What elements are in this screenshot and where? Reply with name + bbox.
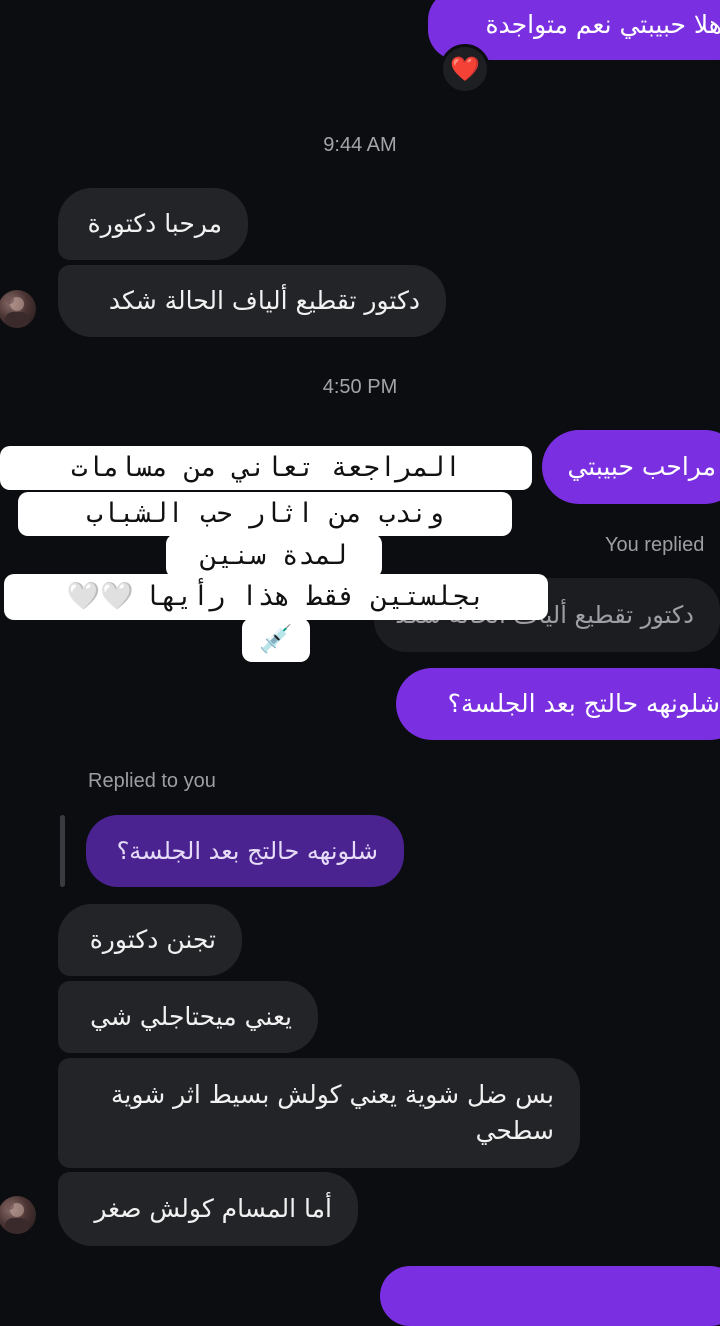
caption-line-5: 💉 (242, 618, 310, 662)
incoming-message[interactable]: يعني ميحتاجلي شي (58, 981, 318, 1053)
message-text: هلا حبيبتي نعم متواجدة (485, 10, 720, 39)
syringe-icon: 💉 (259, 624, 293, 655)
timestamp: 4:50 PM (322, 376, 398, 398)
message-text: أما المسام كولش صغر (94, 1194, 332, 1223)
outgoing-message-partial[interactable] (380, 1266, 720, 1326)
caption-text: بجلستين فقط هذا رأيها (143, 581, 486, 612)
message-text-line-2: سطحي (475, 1116, 554, 1145)
user-avatar[interactable] (0, 290, 36, 328)
message-text: تجنن دكتورة (89, 925, 216, 954)
timestamp: 9:44 AM (323, 134, 397, 156)
user-avatar[interactable] (0, 1196, 36, 1234)
avatar-image (5, 1202, 29, 1234)
you-replied-label: You replied (605, 534, 705, 556)
caption-line-3: لمدة سنين (166, 534, 382, 578)
caption-line-1: المراجعة تعاني من مسامات (0, 446, 532, 490)
incoming-message[interactable]: بس ضل شوية يعني كولش بسيط اثر شوية سطحي (58, 1058, 580, 1168)
incoming-message[interactable]: تجنن دكتورة (58, 904, 242, 976)
message-text-line-1: بس ضل شوية يعني كولش بسيط اثر شوية (110, 1080, 554, 1109)
white-heart-icon: 🤍🤍 (66, 581, 134, 612)
message-text: مرحبا دكتورة (87, 209, 222, 238)
caption-line-2: وندب من اثار حب الشباب (18, 492, 512, 536)
red-heart-icon: ❤️ (450, 55, 480, 83)
message-text: يعني ميحتاجلي شي (90, 1002, 292, 1031)
quoted-text: شلونهه حالتج بعد الجلسة؟ (116, 837, 378, 865)
incoming-message[interactable]: أما المسام كولش صغر (58, 1172, 358, 1246)
avatar-image (5, 296, 29, 328)
message-text: مراحب حبيبتي (567, 452, 716, 481)
reaction-badge[interactable]: ❤️ (440, 44, 490, 94)
reply-quote-bar (60, 815, 65, 887)
outgoing-message-welcome[interactable]: مراحب حبيبتي (542, 430, 720, 504)
message-text: شلونهه حالتج بعد الجلسة؟ (447, 689, 720, 718)
caption-line-4: بجلستين فقط هذا رأيها 🤍🤍 (4, 574, 548, 620)
message-text: دكتور تقطيع ألياف الحالة شكد (108, 286, 420, 315)
incoming-message[interactable]: دكتور تقطيع ألياف الحالة شكد (58, 265, 446, 337)
replied-to-you-label: Replied to you (88, 770, 216, 792)
incoming-message[interactable]: مرحبا دكتورة (58, 188, 248, 260)
outgoing-message-question[interactable]: شلونهه حالتج بعد الجلسة؟ (396, 668, 720, 740)
quoted-message[interactable]: شلونهه حالتج بعد الجلسة؟ (86, 815, 404, 887)
